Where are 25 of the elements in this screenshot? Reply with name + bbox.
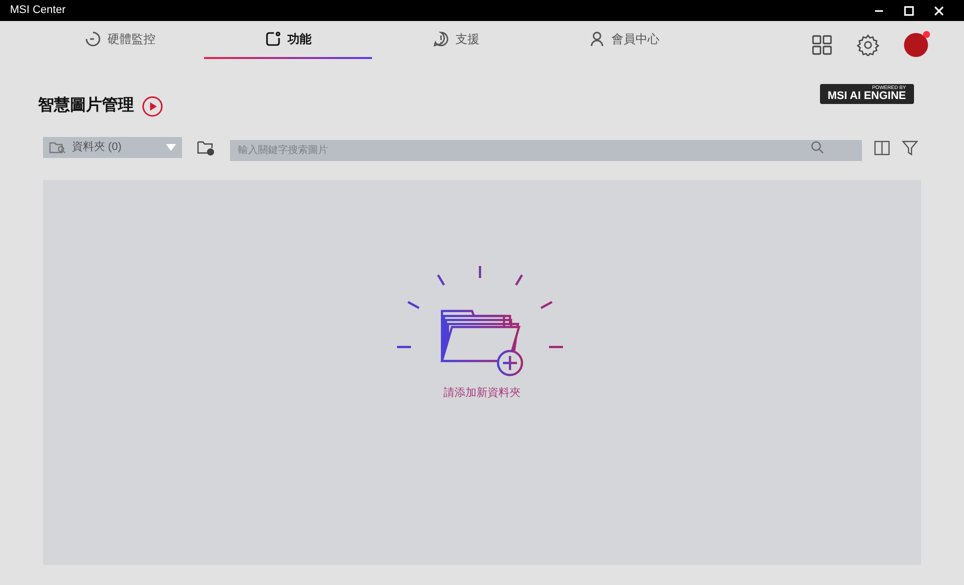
avatar[interactable]: [904, 33, 928, 57]
folder-dropdown[interactable]: 資料夾 (0): [43, 137, 182, 158]
play-icon[interactable]: [142, 96, 163, 116]
search-icon[interactable]: [811, 141, 824, 154]
gauge-icon: [84, 31, 100, 47]
nav-tab[interactable]: 功能: [204, 21, 372, 59]
nav-tab[interactable]: 硬體監控: [36, 21, 204, 59]
badge-title: MSI AI ENGINE: [828, 91, 906, 102]
close-icon: [934, 6, 944, 16]
search-field[interactable]: 輸入關鍵字搜索圖片: [230, 140, 862, 161]
empty-message: 請添加新資料夾: [444, 386, 520, 401]
filter-icon[interactable]: [902, 140, 918, 156]
split-view-icon[interactable]: [874, 140, 890, 156]
user-icon: [588, 31, 604, 47]
nav-tab[interactable]: 會員中心: [540, 21, 708, 59]
square-dot-icon: [264, 31, 280, 47]
grid-icon[interactable]: [812, 35, 832, 55]
window-title: MSI Center: [10, 3, 66, 18]
settings-icon[interactable]: [857, 34, 879, 56]
folder-search-icon: [49, 141, 66, 154]
caret-icon: [166, 144, 176, 151]
add-folder-icon[interactable]: [197, 140, 215, 156]
nav-tab[interactable]: 支援: [372, 21, 540, 59]
page-title: 智慧圖片管理: [38, 96, 134, 116]
maximize-icon: [904, 6, 914, 16]
